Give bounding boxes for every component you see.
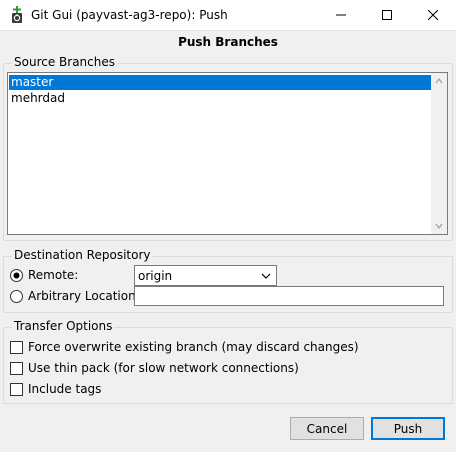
- include-tags-checkbox[interactable]: [10, 383, 23, 396]
- title-bar: Git Gui (payvast-ag3-repo): Push: [0, 0, 456, 31]
- remote-label: Remote:: [28, 268, 79, 282]
- include-tags-label: Include tags: [28, 382, 102, 396]
- source-branches-label: Source Branches: [12, 55, 117, 69]
- push-button[interactable]: Push: [371, 417, 445, 440]
- arbitrary-location-input[interactable]: [134, 286, 444, 306]
- force-overwrite-label: Force overwrite existing branch (may dis…: [28, 340, 359, 354]
- arbitrary-location-label: Arbitrary Location:: [28, 289, 140, 303]
- transfer-options-label: Transfer Options: [12, 319, 115, 333]
- minimize-button[interactable]: [318, 0, 364, 30]
- minimize-icon: [336, 14, 346, 16]
- arbitrary-location-radio[interactable]: [10, 290, 23, 303]
- branch-list-scrollbar[interactable]: [431, 73, 447, 234]
- thin-pack-checkbox[interactable]: [10, 362, 23, 375]
- remote-radio[interactable]: [10, 269, 23, 282]
- git-gui-icon: [9, 6, 25, 24]
- thin-pack-label: Use thin pack (for slow network connecti…: [28, 361, 299, 375]
- scroll-up-icon[interactable]: [435, 77, 443, 85]
- scroll-down-icon[interactable]: [435, 222, 443, 230]
- branch-item-mehrdad[interactable]: mehrdad: [9, 91, 431, 106]
- branch-item-master[interactable]: master: [9, 75, 431, 90]
- maximize-icon: [382, 10, 392, 20]
- remote-select[interactable]: origin: [134, 265, 277, 286]
- destination-repository-label: Destination Repository: [12, 248, 153, 262]
- maximize-button[interactable]: [364, 0, 410, 30]
- cancel-button[interactable]: Cancel: [290, 417, 364, 440]
- branch-list[interactable]: master mehrdad: [7, 72, 448, 235]
- force-overwrite-checkbox[interactable]: [10, 341, 23, 354]
- remote-select-value: origin: [138, 269, 173, 283]
- window-title: Git Gui (payvast-ag3-repo): Push: [31, 8, 228, 22]
- close-icon: [428, 10, 438, 20]
- close-button[interactable]: [410, 0, 456, 30]
- dialog-heading: Push Branches: [178, 35, 278, 49]
- chevron-down-icon: [261, 273, 271, 279]
